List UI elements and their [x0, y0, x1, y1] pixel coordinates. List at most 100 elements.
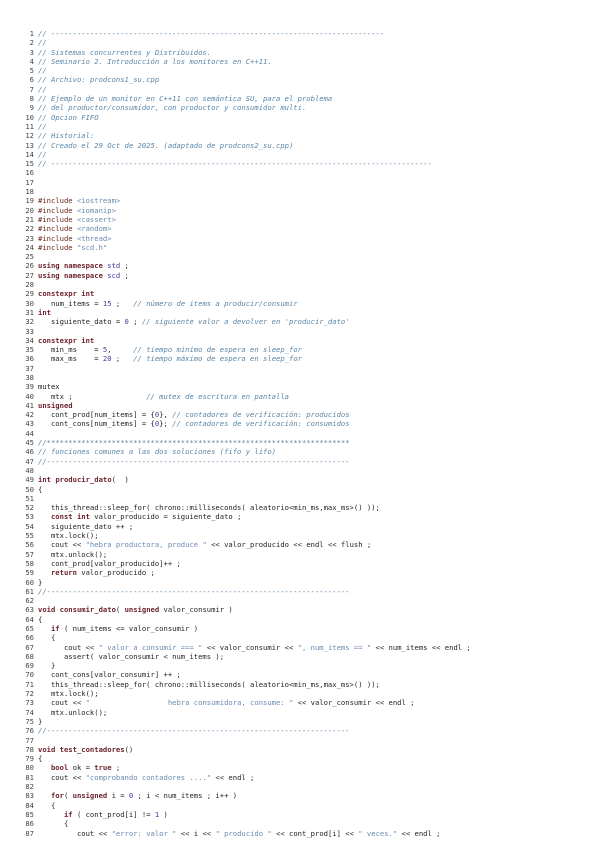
- code-line: 63 void consumir_dato( unsigned valor_con…: [20, 605, 585, 614]
- line-number: 22: [25, 224, 34, 234]
- code-token: const int: [50, 512, 90, 522]
- code-token: }: [38, 577, 43, 587]
- code-line: 2 //: [20, 38, 585, 47]
- code-line: 67 cout << " valor a consumir === " << v…: [20, 643, 585, 652]
- line-number: 48: [25, 465, 34, 475]
- code-token: ;: [111, 354, 134, 364]
- code-token: << valor_producido << endl << flush ;: [206, 540, 372, 550]
- code-token: unsigned: [72, 791, 108, 801]
- code-token: #include: [38, 214, 77, 224]
- line-number: 17: [25, 177, 34, 187]
- code-token: // Historial:: [38, 131, 95, 141]
- code-token: if: [63, 809, 73, 819]
- code-token: // -------------------------------------…: [38, 159, 432, 169]
- line-number: 73: [25, 698, 34, 708]
- code-line: 79 {: [20, 754, 585, 763]
- code-token: //--------------------------------------…: [38, 456, 350, 466]
- code-token: min_ms =: [38, 345, 103, 355]
- line-number: 50: [25, 484, 34, 494]
- code-line: 59 return valor_producido ;: [20, 568, 585, 577]
- line-number: 33: [25, 326, 34, 336]
- code-token: mtx.lock();: [38, 689, 99, 699]
- code-token: (: [115, 605, 125, 615]
- code-token: ( num_items <= valor_consumir ): [59, 624, 199, 633]
- code-line: 28: [20, 280, 585, 289]
- line-number: 5: [29, 66, 34, 76]
- code-line: 17: [20, 178, 585, 187]
- line-number: 85: [25, 809, 34, 819]
- code-token: <random>: [76, 224, 112, 234]
- code-token: // contadores de verificación: consumido…: [172, 419, 350, 429]
- line-number: 7: [29, 84, 34, 94]
- line-number: 24: [25, 242, 34, 252]
- line-number: 16: [25, 168, 34, 178]
- code-token: <cassert>: [76, 214, 116, 224]
- line-number: 74: [25, 707, 34, 717]
- code-token: //: [38, 149, 47, 159]
- line-number: 57: [25, 549, 34, 559]
- code-line: 85 if ( cont_prod[i] != 1 ): [20, 810, 585, 819]
- code-token: //: [38, 66, 47, 76]
- code-token: this_thread::sleep_for( chrono::millisec…: [38, 679, 380, 689]
- code-token: {: [38, 754, 43, 764]
- line-number: 59: [25, 568, 34, 578]
- document-page: 1 // ------------------------------------…: [0, 0, 599, 848]
- code-token: mutex: [38, 382, 60, 392]
- line-number: 1: [29, 29, 34, 38]
- code-token: unsigned: [124, 605, 160, 615]
- code-line: 23 #include <thread>: [20, 234, 585, 243]
- code-token: },: [159, 410, 173, 420]
- code-token: //: [38, 121, 47, 131]
- code-line: 71 this_thread::sleep_for( chrono::milli…: [20, 680, 585, 689]
- code-token: ;: [120, 270, 129, 280]
- code-line: 8 // Ejemplo de un monitor en C++11 con s…: [20, 94, 585, 103]
- code-line: 12 // Historial:: [20, 131, 585, 140]
- code-token: mtx ;: [38, 391, 147, 401]
- code-line: 87 cout << "error: valor " << i << " pro…: [20, 829, 585, 838]
- line-number: 80: [25, 763, 34, 773]
- line-number: 71: [25, 679, 34, 689]
- code-line: 55 mtx.lock();: [20, 531, 585, 540]
- code-token: #include: [38, 224, 77, 234]
- code-line: 68 assert( valor_consumir < num_items );: [20, 652, 585, 661]
- code-line: 34 constexpr int: [20, 336, 585, 345]
- code-token: constexpr int: [38, 289, 95, 299]
- code-line: 74 mtx.unlock();: [20, 708, 585, 717]
- line-number: 77: [25, 735, 34, 745]
- line-number: 67: [25, 642, 34, 652]
- code-token: mtx.unlock();: [38, 549, 108, 559]
- code-token: return: [50, 568, 77, 578]
- line-number: 66: [25, 633, 34, 643]
- code-token: ;: [128, 317, 142, 327]
- code-token: ): [159, 809, 168, 819]
- code-token: {: [38, 614, 43, 624]
- code-token: // siguiente valor a devolver en 'produc…: [141, 317, 350, 327]
- line-number: 61: [25, 586, 34, 596]
- line-number: 76: [25, 726, 34, 736]
- line-number: 35: [25, 345, 34, 355]
- code-line: 5 //: [20, 66, 585, 75]
- line-number: 20: [25, 205, 34, 215]
- line-number: 29: [25, 289, 34, 299]
- code-token: << cont_prod[i] <<: [271, 828, 359, 838]
- code-token: bool: [50, 763, 69, 773]
- code-token: // Opcion FIFO: [38, 112, 99, 122]
- code-token: // Archivo: prodcons1_su.cpp: [38, 75, 160, 85]
- code-line: 30 num_items = 15 ; // número de items a…: [20, 299, 585, 308]
- line-number: 68: [25, 651, 34, 661]
- code-line: 14 //: [20, 150, 585, 159]
- code-token: ", num_items == ": [297, 642, 372, 652]
- code-token: this_thread::sleep_for( chrono::millisec…: [38, 503, 380, 513]
- code-line: 61 //------------------------------------…: [20, 587, 585, 596]
- code-line: 62: [20, 596, 585, 605]
- line-number: 36: [25, 354, 34, 364]
- line-number: 27: [25, 270, 34, 280]
- code-line: 76 //------------------------------------…: [20, 726, 585, 735]
- line-number: 37: [25, 363, 34, 373]
- code-line: 25: [20, 252, 585, 261]
- code-line: 77: [20, 736, 585, 745]
- code-token: cout <<: [38, 772, 86, 782]
- line-number: 23: [25, 233, 34, 243]
- code-token: " valor a consumir === ": [98, 642, 203, 652]
- line-number: 38: [25, 372, 34, 382]
